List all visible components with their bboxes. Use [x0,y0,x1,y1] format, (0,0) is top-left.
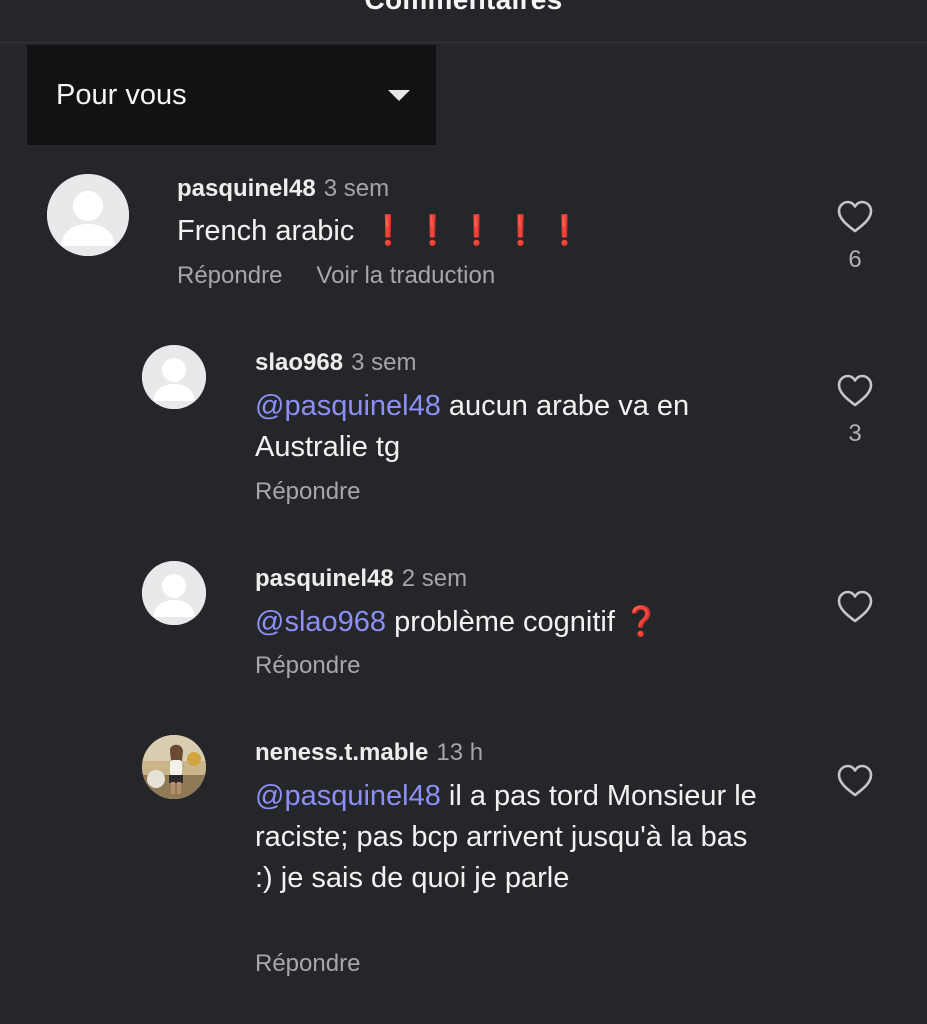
comment-actions: Répondre Voir la traduction [177,262,495,290]
reply-button[interactable]: Répondre [177,262,282,289]
exclamation-emoji: ❗❗❗❗❗ [370,215,591,247]
like-button[interactable] [834,764,876,810]
like-button[interactable] [834,590,876,636]
heart-outline-icon [837,200,873,233]
comment-text: @slao968 problème cognitif ❓ [255,602,755,643]
user-photo-avatar [142,735,206,799]
comment-header: pasquinel48 3 sem [177,175,389,203]
comment-time: 13 h [436,739,484,766]
default-avatar-icon [47,174,129,256]
header: Commentaires [0,0,927,43]
heart-outline-icon [837,764,873,797]
comment-time: 2 sem [401,565,468,592]
comment-author[interactable]: pasquinel48 [177,175,316,202]
default-avatar-icon [142,561,206,625]
comment-text: French arabic ❗❗❗❗❗ [177,211,697,252]
avatar[interactable] [142,345,206,409]
comments-screen: Commentaires Pour vous pasquinel483 sem … [0,0,927,1024]
comment-actions: Répondre [255,652,360,680]
avatar[interactable] [47,174,129,256]
reply-button[interactable]: Répondre [255,478,360,505]
mention-link[interactable]: @slao968 [255,606,386,638]
comment-author[interactable]: neness.t.mable [255,739,428,766]
comment-author[interactable]: slao968 [255,349,343,376]
page-title: Commentaires [0,0,927,16]
mention-link[interactable]: @pasquinel48 [255,780,441,812]
sort-dropdown[interactable]: Pour vous [27,45,436,145]
comment-header: slao968 3 sem [255,349,416,377]
comment-time: 3 sem [351,349,417,376]
comment-text: @pasquinel48 aucun arabe va en Australie… [255,386,735,468]
like-button[interactable]: 3 [834,374,876,448]
comment-body: French arabic [177,215,355,247]
comment-author[interactable]: pasquinel48 [255,565,394,592]
default-avatar-icon [142,345,206,409]
avatar[interactable] [142,735,206,799]
heart-outline-icon [837,374,873,407]
avatar[interactable] [142,561,206,625]
comment-time: 3 sem [323,175,390,202]
comment-body: problème cognitif [394,606,615,638]
comment-header: pasquinel48 2 sem [255,565,467,593]
like-count: 3 [848,420,862,447]
reply-button[interactable]: Répondre [255,652,360,679]
comment-header: neness.t.mable 13 h [255,739,483,767]
comment-actions: Répondre [255,478,360,506]
mention-link[interactable]: @pasquinel48 [255,390,441,422]
sort-selected-value: Pour vous [56,78,187,111]
like-button[interactable]: 6 [834,200,876,274]
like-count: 6 [848,246,862,273]
question-mark-emoji: ❓ [623,606,660,638]
comment-actions: Répondre [255,950,360,978]
reply-button[interactable]: Répondre [255,950,360,977]
triangle-down-icon [388,90,410,101]
translate-button[interactable]: Voir la traduction [316,262,495,289]
comment-text: @pasquinel48 il a pas tord Monsieur le r… [255,776,767,899]
heart-outline-icon [837,590,873,623]
